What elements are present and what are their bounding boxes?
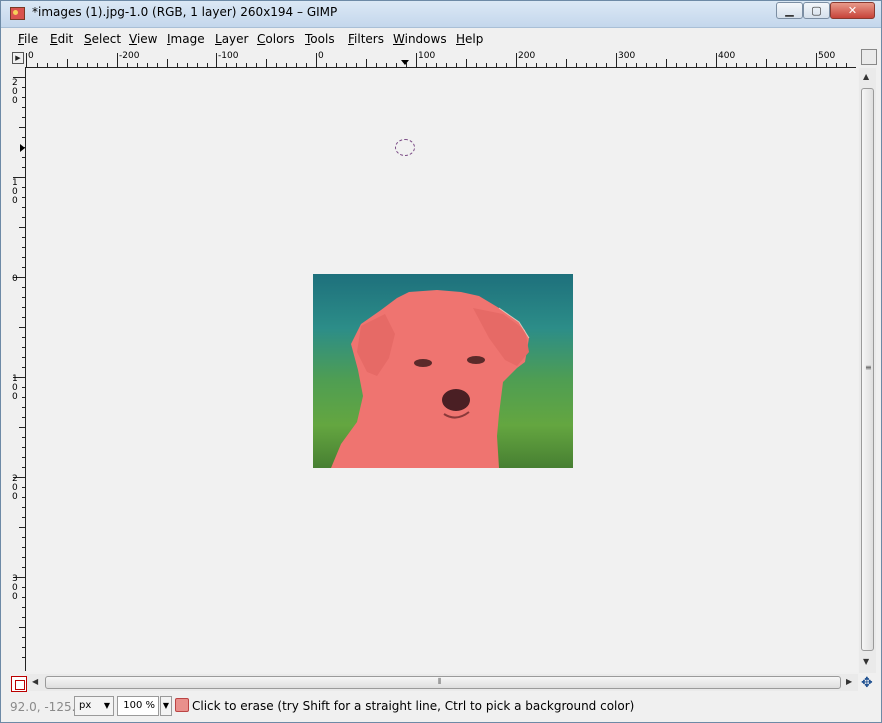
left-eye: [414, 359, 432, 367]
horizontal-scrollbar[interactable]: ◀ ⦀ ▶: [26, 674, 858, 691]
menu-edit[interactable]: Edit: [50, 32, 73, 46]
scroll-grip-icon: ≡: [865, 363, 872, 372]
horizontal-scroll-thumb[interactable]: ⦀: [45, 676, 841, 689]
menu-image[interactable]: Image: [167, 32, 205, 46]
scroll-down-arrow[interactable]: ▼: [863, 657, 869, 666]
ruler-label: 400: [718, 51, 736, 61]
menu-help[interactable]: Help: [456, 32, 483, 46]
pointer-coordinates: 92.0, -125.0: [10, 700, 84, 714]
status-message: Click to erase (try Shift for a straight…: [192, 699, 635, 713]
vertical-scroll-thumb[interactable]: ≡: [861, 88, 874, 651]
pointer-position-marker: [401, 60, 409, 65]
menu-file[interactable]: File: [18, 32, 38, 46]
minimize-button[interactable]: ▁: [776, 2, 803, 19]
title-bar: *images (1).jpg-1.0 (RGB, 1 layer) 260x1…: [1, 1, 881, 28]
ruler-label: 0: [12, 274, 18, 284]
ruler-label: 200: [12, 474, 18, 502]
eraser-tool-icon: [175, 698, 189, 712]
maximize-button[interactable]: ▢: [803, 2, 830, 19]
ruler-label: 0: [28, 51, 34, 61]
menu-view[interactable]: View: [129, 32, 157, 46]
ruler-label: 100: [12, 374, 18, 402]
puppy-image[interactable]: [313, 274, 573, 468]
vertical-ruler: 200 100 0 100 200 300: [10, 67, 26, 671]
close-button[interactable]: ✕: [830, 2, 875, 19]
nose: [442, 389, 470, 411]
scroll-grip-icon: ⦀: [438, 677, 442, 686]
ruler-label: 300: [618, 51, 636, 61]
unit-value: px: [79, 700, 92, 711]
scroll-left-arrow[interactable]: ◀: [32, 677, 38, 686]
pointer-position-marker: [20, 144, 25, 152]
menu-windows[interactable]: Windows: [393, 32, 447, 46]
ruler-label: 100: [12, 178, 18, 206]
ruler-label: 100: [418, 51, 436, 61]
gimp-app-icon: [10, 7, 25, 20]
ruler-label: 500: [818, 51, 836, 61]
window-title: *images (1).jpg-1.0 (RGB, 1 layer) 260x1…: [32, 5, 338, 19]
menu-layer[interactable]: Layer: [215, 32, 248, 46]
menu-filters[interactable]: Filters: [348, 32, 384, 46]
menu-bar: File Edit Select View Image Layer Colors…: [10, 30, 876, 49]
quick-mask-toggle-icon[interactable]: [11, 676, 27, 692]
ruler-label: 200: [518, 51, 536, 61]
navigate-icon[interactable]: ✥: [861, 675, 873, 691]
unit-select[interactable]: px ▼: [74, 696, 114, 716]
menu-tools[interactable]: Tools: [305, 32, 335, 46]
scroll-up-arrow[interactable]: ▲: [863, 72, 869, 81]
zoom-dropdown-button[interactable]: ▼: [160, 696, 172, 716]
zoom-image-when-window-resized-button[interactable]: [861, 49, 877, 65]
scroll-right-arrow[interactable]: ▶: [846, 677, 852, 686]
menu-colors[interactable]: Colors: [257, 32, 295, 46]
ruler-label: -200: [119, 51, 140, 61]
ruler-label: 300: [12, 574, 18, 602]
ruler-label: -100: [218, 51, 239, 61]
vertical-scrollbar[interactable]: ▲ ≡ ▼: [859, 68, 876, 673]
brush-outline: [395, 139, 415, 156]
right-eye: [467, 356, 485, 364]
horizontal-ruler: 0 -200 -100 0 100 200 300 400 500: [26, 50, 856, 68]
ruler-label: 200: [12, 78, 18, 106]
navigation-menu-button[interactable]: ▶: [12, 52, 24, 64]
zoom-input[interactable]: 100 %: [117, 696, 159, 716]
gimp-window: *images (1).jpg-1.0 (RGB, 1 layer) 260x1…: [0, 0, 882, 723]
ruler-label: 0: [318, 51, 324, 61]
status-bar: 92.0, -125.0 px ▼ 100 % ▼ Click to erase…: [1, 693, 881, 722]
chevron-down-icon: ▼: [103, 701, 110, 710]
menu-select[interactable]: Select: [84, 32, 121, 46]
image-canvas[interactable]: [26, 68, 858, 672]
puppy-image-drawing: [331, 290, 530, 468]
